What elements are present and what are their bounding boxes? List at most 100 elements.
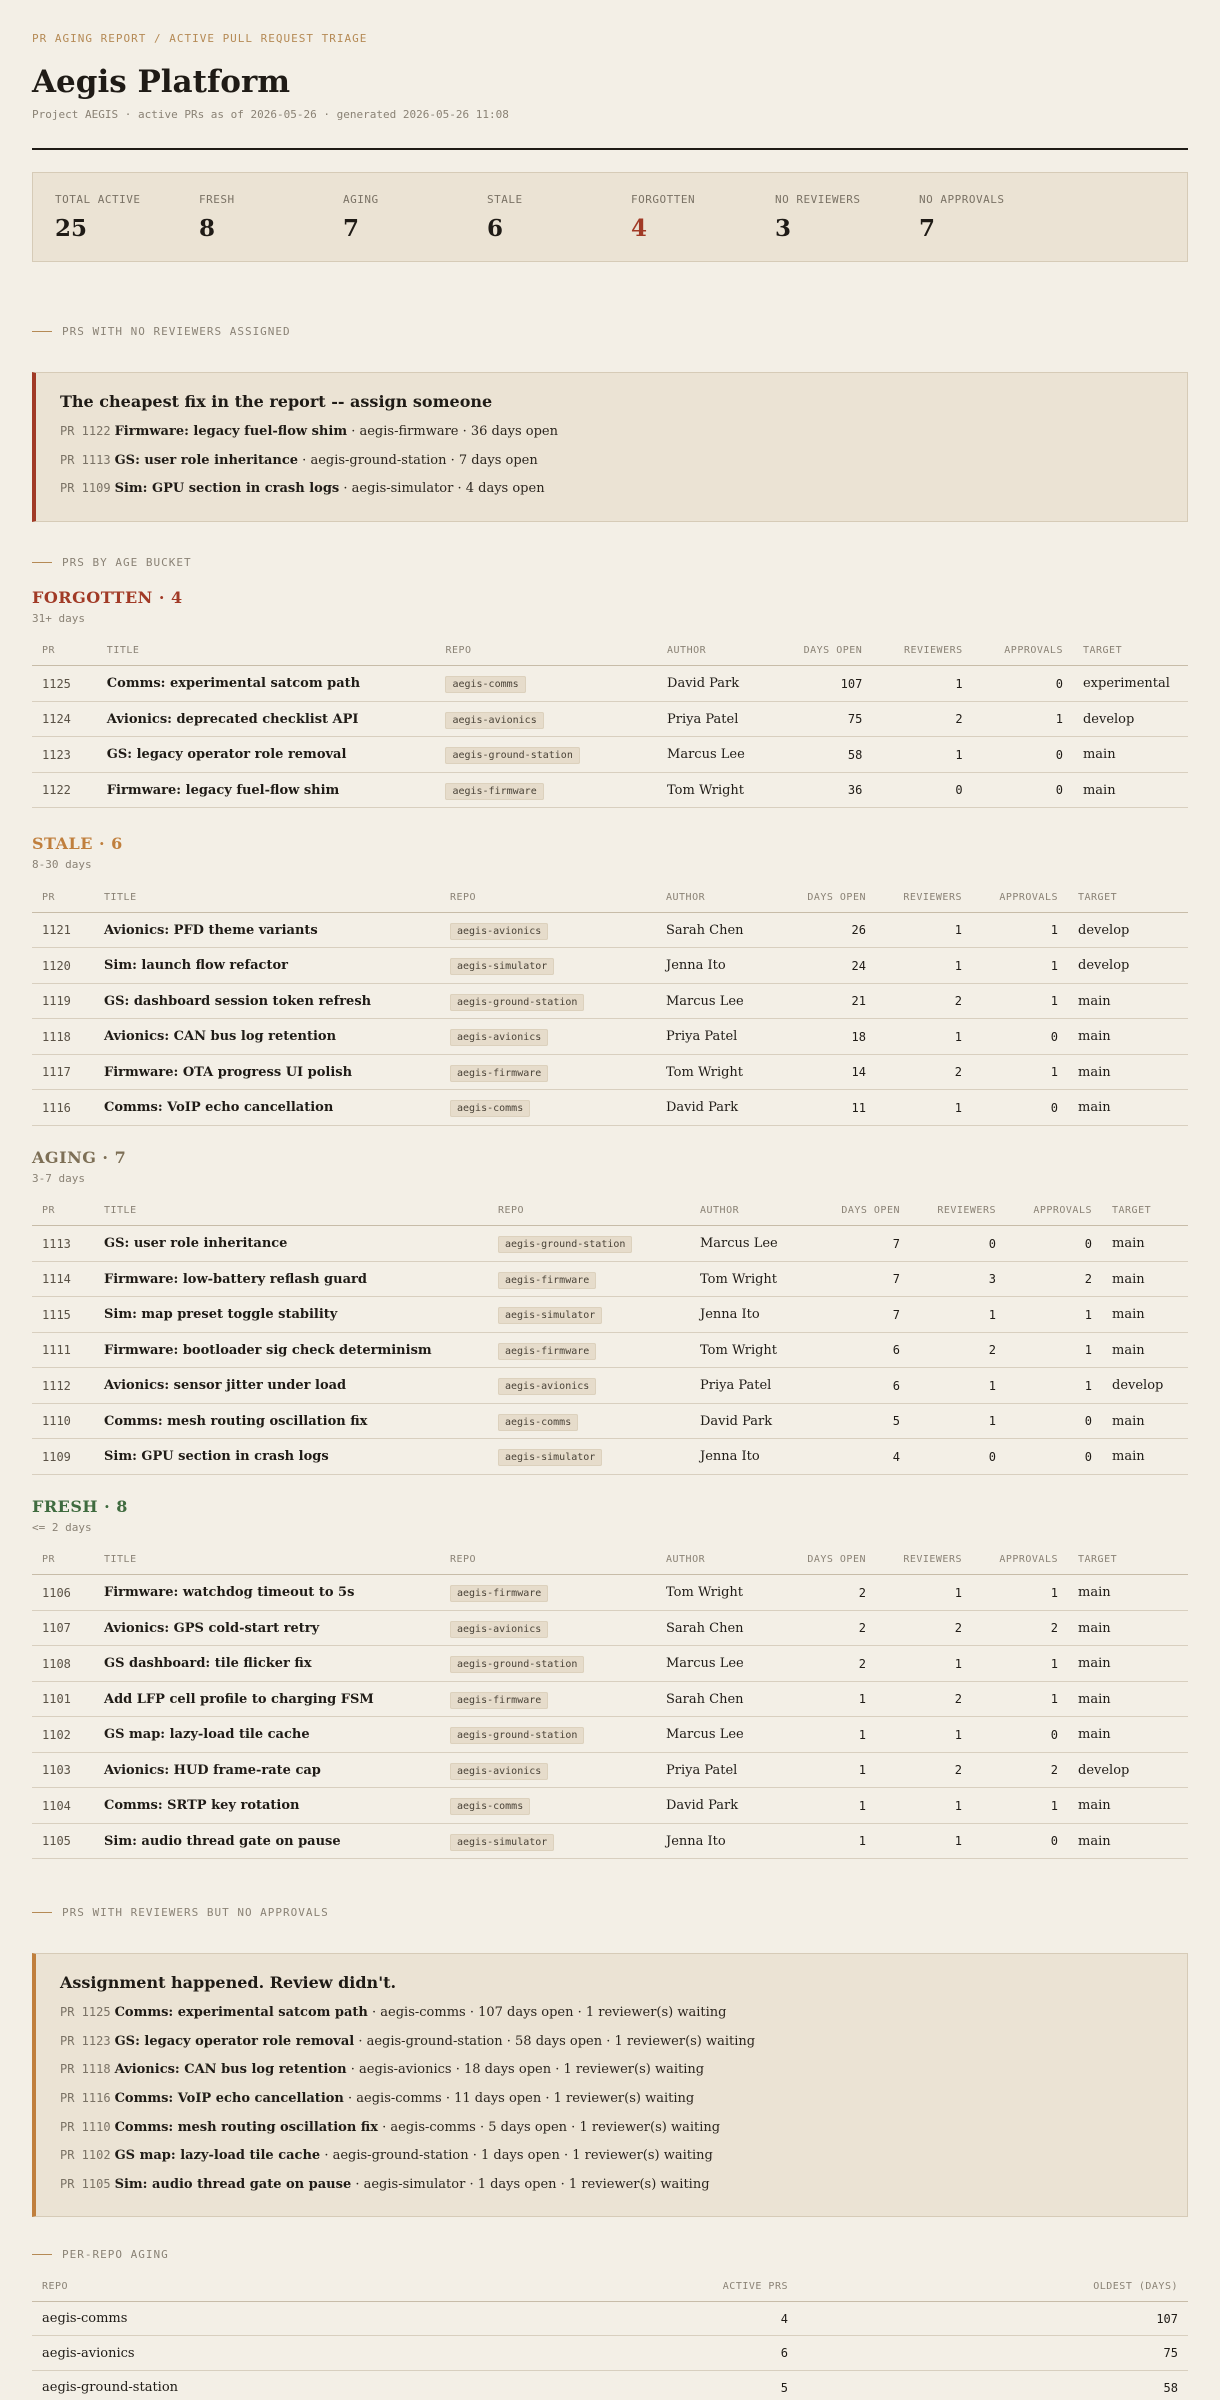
table-row[interactable]: 1106 Firmware: watchdog timeout to 5s aegi… [32,1574,1188,1611]
repo-tag: aegis-comms [498,1413,579,1431]
author: Marcus Lee [656,983,766,1020]
pr-number: 1104 [32,1787,94,1824]
table-row[interactable]: 1118 Avionics: CAN bus log retention aegis… [32,1018,1188,1055]
table-row[interactable]: aegis-comms 4 107 [32,2301,1188,2337]
table-row[interactable]: 1125 Comms: experimental satcom path aegis… [32,665,1188,702]
repo-name: aegis-avionics [32,2335,488,2371]
table-row[interactable]: 1111 Firmware: bootloader sig check deter… [32,1332,1188,1369]
reviewer-count: 2 [872,701,973,738]
table-row[interactable]: 1120 Sim: launch flow refactor aegis-simul… [32,947,1188,984]
table-row[interactable]: 1123 GS: legacy operator role removal aegi… [32,736,1188,773]
callout-item: PR 1125 Comms: experimental satcom path ·… [60,1998,1163,2027]
pr-title: Avionics: PFD theme variants [94,912,440,949]
repo-tag: aegis-avionics [450,1029,549,1047]
table-row[interactable]: 1115 Sim: map preset toggle stability aegi… [32,1296,1188,1333]
pr-details: · aegis-comms · 107 days open · 1 review… [367,2005,727,2021]
approval-count: 1 [972,1681,1068,1718]
approval-count: 1 [972,983,1068,1020]
approval-count: 1 [972,1787,1068,1824]
days-open: 6 [800,1367,910,1404]
approval-count: 1 [972,1054,1068,1091]
pr-number: 1103 [32,1752,94,1789]
repo-cell: aegis-avionics [440,1752,656,1789]
bucket-forgotten: FORGOTTEN · 4 31+ days PR TITLE REPO AUTHOR DA… [32,588,1188,809]
repo-cell: aegis-firmware [488,1332,690,1369]
repo-tag: aegis-avionics [445,711,544,729]
stat-label: TOTAL ACTIVE [55,193,141,206]
pr-number: 1113 [32,1225,94,1262]
col-header-days: DAYS OPEN [771,635,873,667]
author: Sarah Chen [656,1610,766,1647]
repo-name: aegis-ground-station [32,2370,488,2400]
table-row[interactable]: 1121 Avionics: PFD theme variants aegis-av… [32,912,1188,949]
callout-item: PR 1110 Comms: mesh routing oscillation f… [60,2113,1163,2142]
per-repo-table: REPO ACTIVE PRS OLDEST (DAYS) aegis-comm… [32,2271,1188,2400]
table-header-row: PR TITLE REPO AUTHOR DAYS OPEN REVIEWERS APPRO… [32,1544,1188,1576]
table-row[interactable]: 1101 Add LFP cell profile to charging FSM… [32,1681,1188,1718]
repo-cell: aegis-simulator [488,1438,690,1475]
author: David Park [690,1403,800,1440]
section-dash [32,2253,52,2255]
pr-title: Avionics: HUD frame-rate cap [94,1752,440,1789]
repo-tag: aegis-firmware [450,1585,549,1603]
col-header-title: TITLE [94,1544,440,1576]
table-row[interactable]: 1119 GS: dashboard session token refresh a… [32,983,1188,1020]
table-row[interactable]: 1105 Sim: audio thread gate on pause aegis… [32,1823,1188,1860]
author: Jenna Ito [690,1296,800,1333]
author: Jenna Ito [656,947,766,984]
table-row[interactable]: 1116 Comms: VoIP echo cancellation aegis-c… [32,1089,1188,1126]
table-header-row: PR TITLE REPO AUTHOR DAYS OPEN REVIEWERS APPRO… [32,882,1188,913]
table-row[interactable]: 1112 Avionics: sensor jitter under load ae… [32,1367,1188,1404]
pr-title: Comms: VoIP echo cancellation [94,1089,440,1126]
table-row[interactable]: 1122 Firmware: legacy fuel-flow shim aegis… [32,772,1188,809]
repo-tag: aegis-comms [450,1100,531,1118]
col-header-reviewers: REVIEWERS [876,882,972,913]
col-header-target: TARGET [1068,882,1188,913]
target-branch: main [1072,736,1188,773]
pr-number: 1118 [32,1018,94,1055]
table-row[interactable]: 1104 Comms: SRTP key rotation aegis-comms D… [32,1787,1188,1824]
stat-no-approvals: NO APPROVALS 7 [919,193,1004,242]
target-branch: main [1068,1018,1188,1055]
repo-cell: aegis-firmware [488,1261,690,1298]
stat-value: 6 [487,215,504,242]
pr-number: 1108 [32,1645,94,1682]
stat-label: AGING [343,193,379,206]
no-reviewers-callout: The cheapest fix in the report -- assign… [32,372,1188,522]
callout-item: PR 1123 GS: legacy operator role removal … [60,2027,1163,2056]
table-row[interactable]: 1113 GS: user role inheritance aegis-groun… [32,1225,1188,1262]
pr-number: PR 1109 [60,481,111,496]
approval-count: 1 [972,947,1068,984]
stat-stale: STALE 6 [487,193,523,242]
table-row[interactable]: 1114 Firmware: low-battery reflash guard a… [32,1261,1188,1298]
repo-tag: aegis-firmware [450,1064,549,1082]
table-row[interactable]: 1110 Comms: mesh routing oscillation fix a… [32,1403,1188,1440]
pr-details: · aegis-ground-station · 58 days open · … [354,2033,756,2049]
table-row[interactable]: 1107 Avionics: GPS cold-start retry aegis-… [32,1610,1188,1647]
pr-number: 1102 [32,1716,94,1753]
repo-cell: aegis-ground-station [435,736,658,773]
days-open: 24 [766,947,876,984]
repo-tag: aegis-comms [450,1798,531,1816]
author: Marcus Lee [656,1645,766,1682]
author: Marcus Lee [656,1716,766,1753]
table-row[interactable]: 1103 Avionics: HUD frame-rate cap aegis-av… [32,1752,1188,1789]
col-header-reviewers: REVIEWERS [876,1544,972,1576]
repo-tag: aegis-avionics [498,1378,597,1396]
table-row[interactable]: 1117 Firmware: OTA progress UI polish aegi… [32,1054,1188,1091]
table-row[interactable]: 1102 GS map: lazy-load tile cache aegis-gr… [32,1716,1188,1753]
target-branch: develop [1072,701,1188,738]
bucket-table: PR TITLE REPO AUTHOR DAYS OPEN REVIEWERS APPRO… [32,882,1188,1126]
pr-title: Firmware: legacy fuel-flow shim [114,424,348,439]
table-row[interactable]: 1109 Sim: GPU section in crash logs aegis-… [32,1438,1188,1475]
pr-title: Comms: VoIP echo cancellation [114,2091,344,2107]
table-row[interactable]: aegis-avionics 6 75 [32,2335,1188,2371]
pr-title: GS map: lazy-load tile cache [114,2148,321,2164]
target-branch: develop [1102,1367,1188,1404]
table-row[interactable]: aegis-ground-station 5 58 [32,2370,1188,2400]
pr-title: GS: legacy operator role removal [114,2033,355,2049]
pr-title: Avionics: GPS cold-start retry [94,1610,440,1647]
table-row[interactable]: 1124 Avionics: deprecated checklist API ae… [32,701,1188,738]
reviewer-count: 1 [910,1296,1006,1333]
table-row[interactable]: 1108 GS dashboard: tile flicker fix aegis-… [32,1645,1188,1682]
